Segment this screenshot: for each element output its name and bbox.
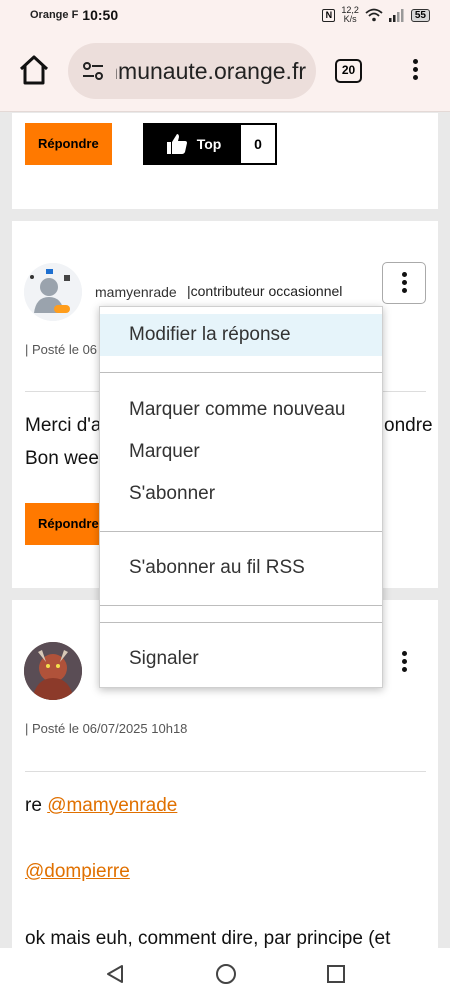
menu-dot	[412, 59, 418, 64]
menu-item-mark[interactable]: Marquer	[100, 431, 382, 473]
mention-link[interactable]: @mamyenrade	[47, 795, 177, 816]
user-avatar-icon	[24, 263, 82, 321]
signal-icon	[388, 8, 404, 22]
recents-icon[interactable]	[326, 964, 346, 984]
menu-dot	[412, 67, 418, 72]
carrier-name: Orange F	[30, 9, 79, 21]
reply-button[interactable]: Répondre	[25, 123, 112, 165]
address-bar[interactable]: communaute.orange.fr	[68, 43, 316, 99]
menu-separator	[100, 622, 382, 623]
post-card-previous: Répondre Top 0	[12, 113, 438, 209]
url-text[interactable]: communaute.orange.fr	[116, 58, 306, 85]
post-body-line-1-end: ondre	[384, 415, 433, 436]
network-speed: 12,2 K/s	[341, 6, 359, 24]
menu-dot	[401, 272, 407, 277]
menu-dot	[401, 280, 407, 285]
menu-item-report[interactable]: Signaler	[100, 638, 382, 680]
thumbs-up-icon	[166, 134, 187, 154]
page-info-icon[interactable]	[80, 58, 106, 84]
avatar[interactable]	[24, 642, 82, 700]
home-circle-icon[interactable]	[215, 963, 237, 985]
kudos-button[interactable]: Top 0	[143, 123, 277, 165]
menu-separator	[100, 531, 382, 532]
author-rank: |contributeur occasionnel	[187, 283, 343, 299]
kudos-label: Top	[196, 136, 222, 152]
browser-toolbar: communaute.orange.fr 20	[0, 30, 450, 112]
post-body-line-2: Bon wee	[25, 448, 99, 469]
post-options-button[interactable]	[382, 642, 426, 684]
menu-dot	[412, 75, 418, 80]
menu-dot	[401, 288, 407, 293]
menu-item-subscribe[interactable]: S'abonner	[100, 473, 382, 515]
system-navigation-bar	[0, 948, 450, 999]
post-body-line-1: Merci d'a	[25, 415, 102, 436]
wifi-icon	[365, 8, 383, 22]
nfc-icon: N	[322, 8, 336, 22]
back-icon[interactable]	[104, 963, 126, 985]
post-options-menu: Modifier la réponse Marquer comme nouvea…	[99, 306, 383, 688]
menu-item-subscribe-rss[interactable]: S'abonner au fil RSS	[100, 547, 382, 589]
battery-icon: 55	[410, 8, 430, 22]
post-date: | Posté le 06	[25, 342, 98, 357]
network-speed-unit: K/s	[343, 14, 357, 24]
status-icons: N 12,2 K/s 55	[322, 6, 430, 24]
post-body-line-1: re @mamyenrade	[25, 795, 177, 817]
post-options-button[interactable]	[382, 262, 426, 304]
author-username[interactable]: mamyenrade	[95, 284, 177, 300]
menu-separator	[100, 605, 382, 606]
post-body-line-3: ok mais euh, comment dire, par principe …	[25, 928, 391, 949]
menu-separator	[100, 372, 382, 373]
menu-dot	[401, 667, 407, 672]
kudos-label-area[interactable]: Top	[145, 125, 241, 163]
menu-dot	[401, 651, 407, 656]
mention-link[interactable]: @dompierre	[25, 861, 130, 883]
browser-menu-button[interactable]	[404, 56, 426, 86]
status-bar: Orange F 10:50 N 12,2 K/s 55	[0, 0, 450, 30]
tab-switcher-button[interactable]: 20	[335, 59, 362, 83]
user-avatar-image	[24, 642, 82, 700]
avatar[interactable]	[24, 263, 82, 321]
home-icon[interactable]	[16, 52, 52, 88]
kudos-count: 0	[254, 136, 262, 152]
post-body-prefix: re	[25, 795, 48, 816]
menu-dot	[401, 659, 407, 664]
menu-item-edit-reply[interactable]: Modifier la réponse	[100, 314, 382, 356]
clock: 10:50	[82, 7, 119, 23]
divider	[25, 771, 426, 772]
menu-item-mark-new[interactable]: Marquer comme nouveau	[100, 389, 382, 431]
post-date: | Posté le 06/07/2025 10h18	[25, 721, 188, 736]
